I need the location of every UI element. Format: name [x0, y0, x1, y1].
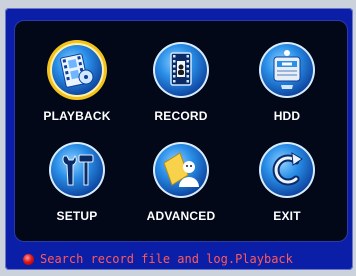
status-bar: Search record file and log.Playback	[23, 248, 353, 270]
advanced-user-icon	[150, 139, 212, 201]
dvr-screen: PLAYBACK RECORD HDD SETUP ADVANCED EXIT …	[0, 0, 356, 276]
menu-item-setup[interactable]: SETUP	[27, 139, 127, 239]
red-dot-icon	[23, 253, 34, 265]
hdd-disk-icon	[256, 39, 318, 101]
main-menu-frame: PLAYBACK RECORD HDD SETUP ADVANCED EXIT …	[5, 8, 353, 270]
status-text: Search record file and log.Playback	[40, 252, 293, 266]
menu-label-advanced: ADVANCED	[146, 209, 216, 223]
record-film-icon	[150, 39, 212, 101]
main-menu-panel: PLAYBACK RECORD HDD SETUP ADVANCED EXIT	[14, 20, 348, 242]
exit-arrow-icon	[256, 139, 318, 201]
setup-tools-icon	[46, 139, 108, 201]
menu-item-playback[interactable]: PLAYBACK	[27, 39, 127, 139]
menu-label-exit: EXIT	[273, 209, 301, 223]
menu-item-hdd[interactable]: HDD	[237, 39, 337, 139]
menu-label-playback: PLAYBACK	[43, 109, 111, 123]
menu-label-record: RECORD	[154, 109, 208, 123]
menu-label-setup: SETUP	[56, 209, 98, 223]
menu-label-hdd: HDD	[273, 109, 301, 123]
menu-item-advanced[interactable]: ADVANCED	[131, 139, 231, 239]
playback-film-icon	[46, 39, 108, 101]
menu-item-exit[interactable]: EXIT	[237, 139, 337, 239]
menu-item-record[interactable]: RECORD	[131, 39, 231, 139]
